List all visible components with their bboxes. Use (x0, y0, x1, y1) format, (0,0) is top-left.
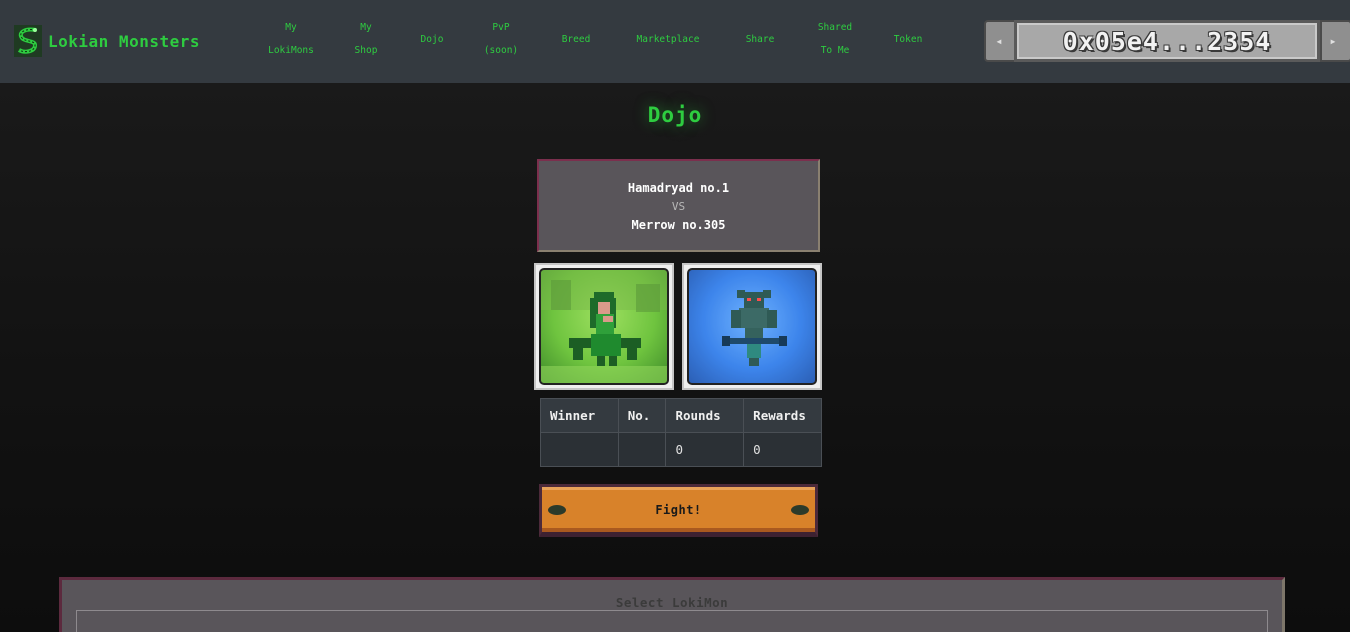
nav-label: Dojo (420, 34, 444, 45)
lokimon-list-container (76, 610, 1268, 632)
nav-pvp[interactable]: PvP (soon) (478, 16, 524, 62)
wallet-left-cap: ◂ (984, 20, 1016, 62)
cell-rewards: 0 (743, 432, 822, 467)
page-title: Dojo (647, 103, 703, 127)
nav-dojo[interactable]: Dojo (414, 28, 450, 51)
merrow-image (687, 268, 817, 385)
fighter-two-name: Merrow no.305 (631, 218, 726, 232)
nav-label: Breed (561, 34, 591, 45)
select-lokimon-title: Select LokiMon (615, 595, 729, 610)
hamadryad-sprite-icon (541, 270, 667, 383)
battle-results-table: Winner No. Rounds Rewards 0 0 (540, 398, 822, 467)
bolt-icon (791, 505, 809, 515)
fighter-two-card[interactable] (682, 263, 822, 390)
cell-rounds: 0 (665, 432, 745, 467)
merrow-sprite-icon (689, 270, 815, 383)
nav-label: Shop (354, 45, 378, 56)
nav-label: My (285, 22, 297, 33)
column-header-winner: Winner (540, 398, 619, 433)
top-navbar: Lokian Monsters My LokiMons My Shop Dojo… (0, 0, 1350, 83)
brand-link[interactable]: Lokian Monsters (14, 24, 200, 58)
fighter-one-name: Hamadryad no.1 (627, 181, 730, 195)
wallet-body: 0x05e4...2354 (1014, 20, 1320, 62)
column-header-rewards: Rewards (743, 398, 822, 433)
select-lokimon-panel: Select LokiMon (59, 577, 1285, 632)
nav-shared-to-me[interactable]: Shared To Me (810, 16, 860, 62)
nav-label: LokiMons (268, 45, 314, 56)
nav-breed[interactable]: Breed (555, 28, 597, 51)
fight-button[interactable]: Fight! (539, 484, 818, 537)
wallet-address-button[interactable]: ◂ 0x05e4...2354 ▸ (982, 20, 1350, 62)
nav-share[interactable]: Share (739, 28, 781, 51)
table-header-row: Winner No. Rounds Rewards (540, 398, 822, 433)
nav-label: To Me (820, 45, 850, 56)
hamadryad-image (539, 268, 669, 385)
nav-token[interactable]: Token (887, 28, 929, 51)
nav-label: Share (745, 34, 775, 45)
cell-winner (540, 432, 619, 467)
versus-label: VS (671, 199, 686, 213)
nav-label: Marketplace (636, 34, 700, 45)
nav-label: PvP (492, 22, 510, 33)
serpent-logo-icon (14, 25, 42, 57)
arrow-left-icon: ◂ (995, 34, 1003, 48)
fighter-one-card[interactable] (534, 263, 674, 390)
bolt-icon (548, 505, 566, 515)
fight-button-label: Fight! (655, 502, 702, 517)
column-header-rounds: Rounds (665, 398, 745, 433)
nav-label: Token (893, 34, 923, 45)
wallet-right-cap: ▸ (1320, 20, 1350, 62)
table-row: 0 0 (540, 432, 822, 467)
nav-label: (soon) (483, 45, 519, 56)
nav-label: My (360, 22, 372, 33)
cell-no (617, 432, 667, 467)
brand-name: Lokian Monsters (48, 31, 200, 51)
column-header-no: No. (617, 398, 667, 433)
arrow-right-icon: ▸ (1329, 34, 1337, 48)
matchup-box: Hamadryad no.1 VS Merrow no.305 (537, 159, 820, 252)
nav-my-lokimons[interactable]: My LokiMons (262, 16, 320, 62)
nav-my-shop[interactable]: My Shop (348, 16, 384, 62)
wallet-address: 0x05e4...2354 (1062, 26, 1272, 56)
nav-marketplace[interactable]: Marketplace (628, 28, 708, 51)
nav-label: Shared (817, 22, 853, 33)
